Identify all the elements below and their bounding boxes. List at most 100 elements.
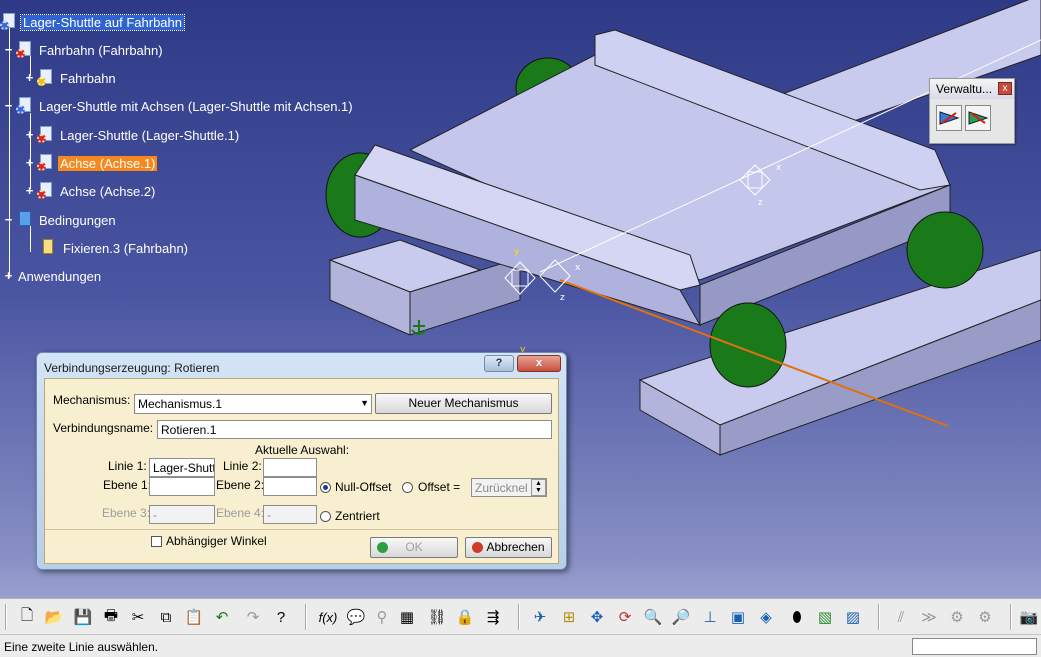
new-mechanism-button[interactable]: Neuer Mechanismus (375, 393, 552, 414)
knowledge-icon[interactable]: ⚲ (372, 607, 392, 627)
collapse-icon[interactable]: − (3, 99, 14, 112)
verwaltung-toolbar[interactable]: Verwaltu... x (929, 78, 1015, 144)
shading-icon[interactable]: ⬮ (787, 607, 807, 627)
wheel-front-right (906, 211, 984, 289)
open-folder-icon[interactable]: 📂 (44, 607, 64, 627)
abbrechen-button[interactable]: Abbrechen (465, 537, 552, 558)
ebene3-input[interactable]: - (149, 505, 215, 524)
hide-show-icon[interactable]: ▧ (815, 607, 835, 627)
linie1-input[interactable]: Lager-Shutt (149, 458, 215, 477)
ebene1-input[interactable] (149, 477, 215, 496)
linie2-label: Linie 2: (223, 459, 262, 473)
rotate-icon[interactable]: ⟳ (615, 607, 635, 627)
tree-item-achse-1[interactable]: + Achse (Achse.1) (24, 153, 158, 173)
zentriert-radio[interactable] (320, 511, 331, 522)
tree-line (9, 28, 10, 278)
iso-view-icon[interactable]: ◈ (756, 607, 776, 627)
tree-item-label: Lager-Shuttle mit Achsen (Lager-Shuttle … (39, 98, 353, 114)
verwaltung-title-bar[interactable]: Verwaltu... x (930, 79, 1014, 99)
help-button[interactable]: ? (484, 355, 514, 372)
zoom-in-icon[interactable]: 🔍 (643, 607, 663, 627)
analysis-icon[interactable]: ⫽ (891, 607, 911, 627)
abhaengiger-winkel-checkbox[interactable] (151, 536, 162, 547)
verbindungsname-input[interactable]: Rotieren.1 (157, 420, 552, 439)
expand-icon[interactable]: + (24, 71, 35, 84)
tree-item-anwendungen[interactable]: + Anwendungen (3, 266, 103, 286)
tree-root-label: Lager-Shuttle auf Fahrbahn (20, 13, 185, 31)
tree-item-label: Fixieren.3 (Fahrbahn) (63, 240, 188, 256)
redo-icon[interactable]: ↷ (243, 607, 263, 627)
offset-label: Offset = (418, 480, 461, 494)
offset-radio[interactable] (402, 482, 413, 493)
product-icon (37, 154, 55, 172)
mechanismus-select[interactable]: Mechanismus.1 ▼ (134, 394, 372, 414)
tool-a-icon[interactable]: ⚙ (947, 607, 967, 627)
close-button[interactable]: x (517, 355, 561, 372)
joint-creation-dialog[interactable]: Verbindungserzeugung: Rotieren ? x Mecha… (36, 352, 567, 570)
fit-all-icon[interactable]: ⊞ (559, 607, 579, 627)
verbindungsname-label: Verbindungsname: (53, 421, 154, 435)
expand-icon[interactable]: + (24, 156, 35, 169)
print-icon[interactable]: 🖶 (101, 607, 121, 627)
linie2-input[interactable] (263, 458, 317, 477)
graph-icon[interactable]: ⛓ (427, 607, 447, 627)
product-icon (16, 41, 34, 59)
axis-label-z-2: z (560, 293, 565, 303)
expand-icon[interactable]: + (3, 269, 14, 282)
cut-icon[interactable]: ✂ (128, 607, 148, 627)
swap-visible-icon[interactable]: ▨ (843, 607, 863, 627)
axis-label-x: x (776, 163, 782, 173)
tree-item-fahrbahn-part[interactable]: + Fahrbahn (24, 68, 118, 88)
lock-icon[interactable]: 🔒 (455, 607, 475, 627)
part-icon (37, 69, 55, 87)
toolbar-separator (1010, 604, 1012, 630)
tool-b-icon[interactable]: ⚙ (975, 607, 995, 627)
toolbar-separator (305, 604, 307, 630)
collapse-icon[interactable]: − (3, 213, 14, 226)
chevron-down-icon[interactable]: ▼ (360, 398, 369, 408)
expand-icon[interactable]: + (24, 128, 35, 141)
verwaltung-close-button[interactable]: x (998, 82, 1012, 95)
tree-item-label: Anwendungen (18, 268, 102, 284)
tree-item-shuttle-mit-achsen[interactable]: − Lager-Shuttle mit Achsen (Lager-Shuttl… (3, 96, 355, 116)
comment-icon[interactable]: 💬 (346, 607, 366, 627)
tree-item-fahrbahn-instance[interactable]: − Fahrbahn (Fahrbahn) (3, 40, 165, 60)
offset-spinner[interactable]: ▲ ▼ (531, 479, 546, 496)
table-icon[interactable]: ▦ (397, 607, 417, 627)
formula-icon[interactable]: f(x) (318, 607, 338, 627)
expand-icon[interactable]: + (24, 184, 35, 197)
tree-item-achse-2[interactable]: + Achse (Achse.2) (24, 181, 157, 201)
product-icon (37, 126, 55, 144)
undo-icon[interactable]: ↶ (212, 607, 232, 627)
zoom-out-icon[interactable]: 🔎 (671, 607, 691, 627)
next-icon[interactable]: ≫ (919, 607, 939, 627)
copy-icon[interactable]: ⧉ (156, 607, 176, 627)
tree-root[interactable]: Lager-Shuttle auf Fahrbahn (0, 12, 185, 32)
parameters-icon[interactable]: ⇶ (483, 607, 503, 627)
status-bar: Eine zweite Linie auswählen. (0, 634, 1041, 657)
tree-item-lager-shuttle[interactable]: + Lager-Shuttle (Lager-Shuttle.1) (24, 125, 241, 145)
normal-view-icon[interactable]: ⊥ (700, 607, 720, 627)
ebene2-input[interactable] (263, 477, 317, 496)
tree-item-bedingungen[interactable]: − Bedingungen (3, 210, 118, 230)
null-offset-radio[interactable] (320, 482, 331, 493)
mechanism-icon (939, 111, 960, 125)
multi-view-icon[interactable]: ▣ (728, 607, 748, 627)
ok-button[interactable]: OK (370, 537, 458, 558)
collapse-icon[interactable]: − (3, 43, 14, 56)
toolbar-separator (878, 604, 880, 630)
tree-item-label: Bedingungen (39, 212, 116, 228)
ebene4-input[interactable]: - (263, 505, 317, 524)
pan-icon[interactable]: ✥ (587, 607, 607, 627)
fly-mode-icon[interactable]: ✈ (530, 607, 550, 627)
mechanism-dressup-button[interactable] (936, 105, 962, 131)
joint-manager-button[interactable] (965, 105, 991, 131)
whats-this-icon[interactable]: ? (271, 607, 291, 627)
tree-item-fixieren[interactable]: Fixieren.3 (Fahrbahn) (40, 238, 190, 258)
divider (45, 529, 558, 530)
command-input[interactable] (912, 638, 1037, 655)
new-file-icon[interactable]: 🗋 (17, 607, 37, 627)
save-icon[interactable]: 💾 (73, 607, 93, 627)
camera-icon[interactable]: 📷 (1019, 607, 1039, 627)
paste-icon[interactable]: 📋 (184, 607, 204, 627)
